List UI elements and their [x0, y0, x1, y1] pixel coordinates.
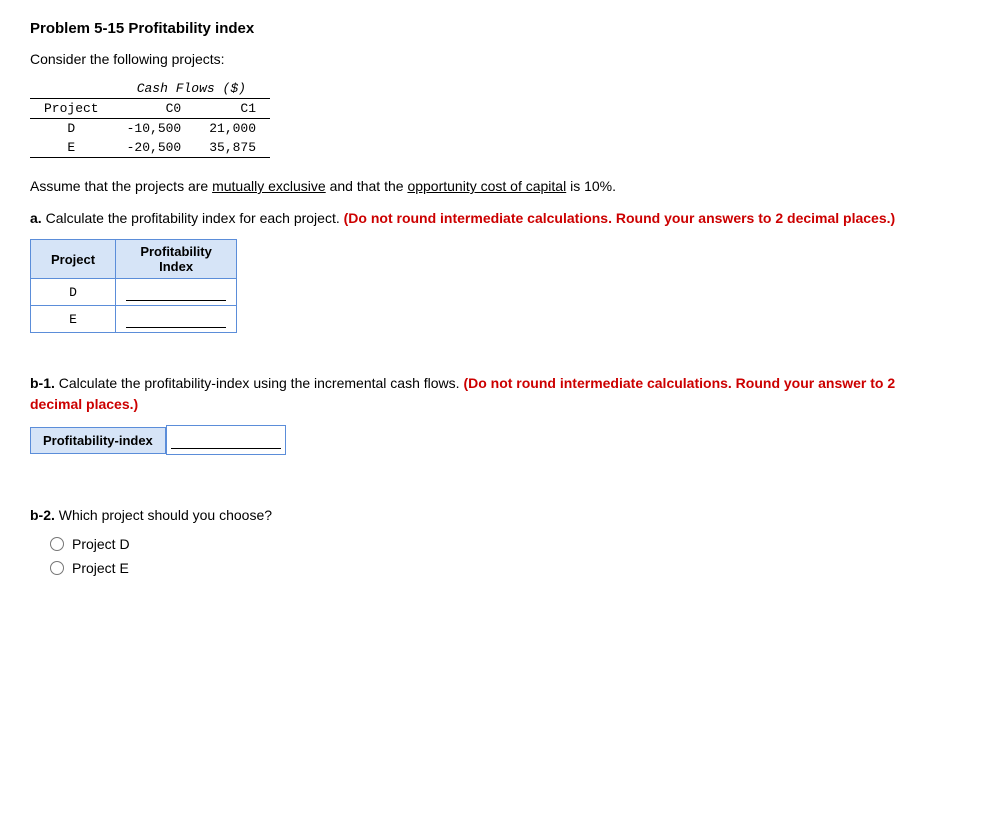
pi-index-label: Profitability-index [30, 427, 166, 454]
question-a-id: a. [30, 210, 42, 226]
question-a-label: a. Calculate the profitability index for… [30, 208, 951, 229]
pi-index-row: Profitability-index [30, 425, 951, 455]
assume-opportunity: opportunity cost of capital [407, 178, 566, 194]
profitability-index-table: Project Profitability Index D E [30, 239, 237, 333]
pi-col-index-header: Profitability Index [116, 240, 237, 279]
project-header-empty [30, 79, 113, 99]
cash-flows-table: Cash Flows ($) Project C0 C1 D -10,500 2… [30, 79, 270, 158]
question-b2-label: b-2. Which project should you choose? [30, 505, 951, 526]
radio-project-e-label: Project E [72, 560, 129, 576]
pi-col-project-header: Project [31, 240, 116, 279]
pi-input-e[interactable] [126, 310, 226, 328]
radio-project-d-label: Project D [72, 536, 130, 552]
radio-project-d-option: Project D [50, 536, 951, 552]
col-c1-header: C1 [195, 99, 270, 119]
pi-row-d: D [31, 279, 237, 306]
pi-project-e: E [31, 306, 116, 333]
b1-section: b-1. Calculate the profitability-index u… [30, 373, 951, 455]
question-b2-text: Which project should you choose? [55, 507, 272, 523]
radio-project-e-option: Project E [50, 560, 951, 576]
assume-text-2: and that the [326, 178, 408, 194]
row-e-c1: 35,875 [195, 138, 270, 158]
assume-text: Assume that the projects are mutually ex… [30, 178, 951, 194]
question-a-bold: (Do not round intermediate calculations.… [344, 210, 896, 226]
assume-mutually: mutually exclusive [212, 178, 326, 194]
pi-index-input[interactable] [171, 431, 281, 449]
assume-text-1: Assume that the projects are [30, 178, 212, 194]
row-d-c1: 21,000 [195, 119, 270, 139]
pi-row-e: E [31, 306, 237, 333]
pi-index-input-cell [166, 425, 286, 455]
page-title: Problem 5-15 Profitability index [30, 20, 951, 37]
row-d-c0: -10,500 [113, 119, 196, 139]
pi-value-e-cell [116, 306, 237, 333]
question-b1-label: b-1. Calculate the profitability-index u… [30, 373, 951, 415]
row-d-project: D [30, 119, 113, 139]
b2-section: b-2. Which project should you choose? Pr… [30, 505, 951, 576]
row-e-project: E [30, 138, 113, 158]
question-b1-text: Calculate the profitability-index using … [55, 375, 464, 391]
pi-input-d[interactable] [126, 283, 226, 301]
question-b2-id: b-2. [30, 507, 55, 523]
intro-text: Consider the following projects: [30, 51, 951, 67]
radio-project-d[interactable] [50, 537, 64, 551]
question-b1-id: b-1. [30, 375, 55, 391]
col-project-header: Project [30, 99, 113, 119]
col-c0-header: C0 [113, 99, 196, 119]
radio-project-e[interactable] [50, 561, 64, 575]
cash-flows-header: Cash Flows ($) [113, 79, 270, 99]
row-e-c0: -20,500 [113, 138, 196, 158]
pi-value-d-cell [116, 279, 237, 306]
question-a-text: Calculate the profitability index for ea… [42, 210, 344, 226]
pi-project-d: D [31, 279, 116, 306]
assume-text-3: is 10%. [566, 178, 616, 194]
